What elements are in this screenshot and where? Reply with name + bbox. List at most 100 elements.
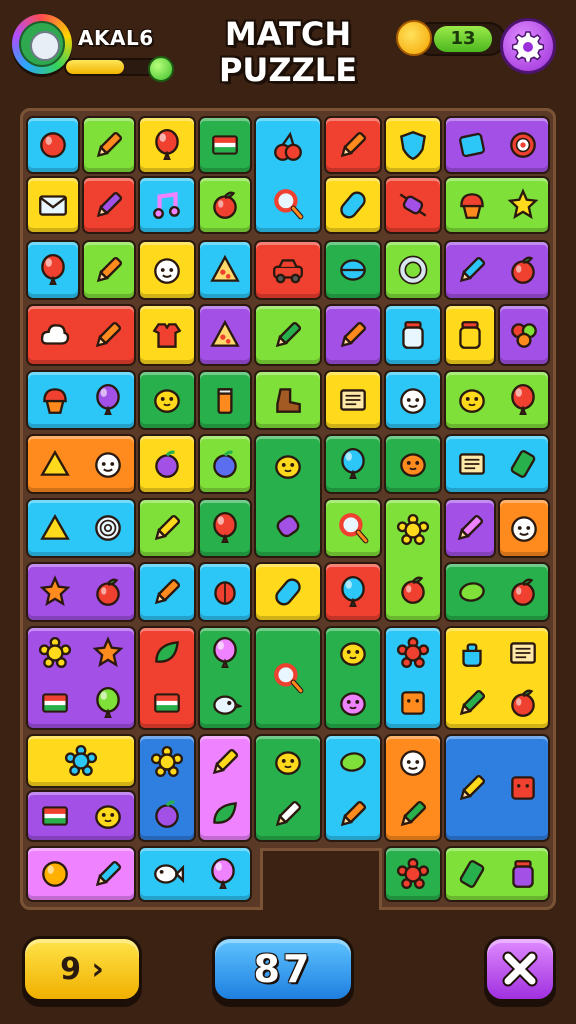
puzzle-tile[interactable] xyxy=(324,176,382,234)
puzzle-tile[interactable] xyxy=(254,304,322,366)
puzzle-tile[interactable] xyxy=(138,304,196,366)
settings-button[interactable] xyxy=(500,18,556,74)
puzzle-tile[interactable] xyxy=(384,498,442,622)
puzzle-tile[interactable] xyxy=(444,370,550,430)
game-title: MATCH PUZZLE xyxy=(188,16,388,88)
puzzle-tile[interactable] xyxy=(324,240,382,300)
puzzle-tile[interactable] xyxy=(444,116,550,174)
puzzle-tile[interactable] xyxy=(444,240,550,300)
puzzle-tile[interactable] xyxy=(384,434,442,494)
puzzle-tile[interactable] xyxy=(254,626,322,730)
red-flower-icon xyxy=(396,857,430,891)
puzzle-tile[interactable] xyxy=(82,116,136,174)
yellow-pencil-icon xyxy=(150,511,184,545)
green-pencil-icon xyxy=(271,318,305,352)
puzzle-tile[interactable] xyxy=(26,116,80,174)
puzzle-tile[interactable] xyxy=(444,562,550,622)
puzzle-tile[interactable] xyxy=(26,370,136,430)
apple-icon xyxy=(91,575,125,609)
puzzle-tile[interactable] xyxy=(198,434,252,494)
puzzle-tile[interactable] xyxy=(384,304,442,366)
puzzle-tile[interactable] xyxy=(138,626,196,730)
puzzle-tile[interactable] xyxy=(444,498,496,558)
puzzle-tile[interactable] xyxy=(254,562,322,622)
puzzle-tile[interactable] xyxy=(324,626,382,730)
pencil-icon xyxy=(92,253,126,287)
puzzle-tile[interactable] xyxy=(82,176,136,234)
plum-icon xyxy=(150,447,184,481)
puzzle-tile[interactable] xyxy=(324,116,382,174)
puzzle-tile[interactable] xyxy=(198,176,252,234)
puzzle-tile[interactable] xyxy=(198,562,252,622)
puzzle-tile[interactable] xyxy=(444,434,550,494)
music-note-icon xyxy=(150,188,184,222)
puzzle-tile[interactable] xyxy=(444,626,550,730)
puzzle-tile[interactable] xyxy=(26,176,80,234)
puzzle-tile[interactable] xyxy=(198,734,252,842)
puzzle-tile[interactable] xyxy=(254,434,322,558)
puzzle-tile[interactable] xyxy=(324,304,382,366)
puzzle-tile[interactable] xyxy=(198,626,252,730)
puzzle-tile[interactable] xyxy=(198,304,252,366)
puzzle-tile[interactable] xyxy=(138,498,196,558)
puzzle-tile[interactable] xyxy=(384,176,442,234)
puzzle-tile[interactable] xyxy=(26,790,136,842)
puzzle-tile[interactable] xyxy=(384,846,442,902)
puzzle-tile[interactable] xyxy=(82,240,136,300)
puzzle-tile[interactable] xyxy=(138,562,196,622)
hint-button[interactable]: 9 › xyxy=(22,936,142,1002)
puzzle-tile[interactable] xyxy=(384,734,442,842)
puzzle-tile[interactable] xyxy=(26,240,80,300)
puzzle-tile[interactable] xyxy=(138,116,196,174)
purple-jar-icon xyxy=(506,857,540,891)
puzzle-tile[interactable] xyxy=(26,734,136,788)
puzzle-tile[interactable] xyxy=(26,846,136,902)
puzzle-tile[interactable] xyxy=(26,498,136,558)
puzzle-tile[interactable] xyxy=(384,626,442,730)
puzzle-tile[interactable] xyxy=(444,304,496,366)
puzzle-tile[interactable] xyxy=(138,176,196,234)
cute-face-icon xyxy=(507,511,541,545)
puzzle-tile[interactable] xyxy=(138,370,196,430)
player-avatar[interactable] xyxy=(12,14,72,74)
puzzle-tile[interactable] xyxy=(384,240,442,300)
apple-icon xyxy=(396,573,430,607)
puzzle-tile[interactable] xyxy=(26,304,136,366)
yellow-blob-icon xyxy=(91,799,125,833)
puzzle-tile[interactable] xyxy=(324,562,382,622)
puzzle-tile[interactable] xyxy=(198,240,252,300)
puzzle-tile[interactable] xyxy=(26,434,136,494)
cherry-icon xyxy=(271,130,305,164)
puzzle-tile[interactable] xyxy=(254,370,322,430)
puzzle-tile[interactable] xyxy=(26,562,136,622)
puzzle-tile[interactable] xyxy=(498,498,550,558)
puzzle-tile[interactable] xyxy=(254,116,322,234)
puzzle-tile[interactable] xyxy=(444,846,550,902)
cyan-gem-icon xyxy=(336,253,370,287)
avatar-icon xyxy=(19,21,65,67)
cyan-balloon-icon xyxy=(336,447,370,481)
puzzle-tile[interactable] xyxy=(26,626,136,730)
puzzle-tile[interactable] xyxy=(138,734,196,842)
puzzle-tile[interactable] xyxy=(254,734,322,842)
puzzle-tile[interactable] xyxy=(324,734,382,842)
puzzle-tile[interactable] xyxy=(444,734,550,842)
puzzle-tile[interactable] xyxy=(444,176,550,234)
purple-roll-icon xyxy=(271,509,305,543)
puzzle-tile[interactable] xyxy=(324,370,382,430)
puzzle-tile[interactable] xyxy=(198,116,252,174)
puzzle-tile[interactable] xyxy=(498,304,550,366)
puzzle-tile[interactable] xyxy=(138,240,196,300)
puzzle-tile[interactable] xyxy=(198,498,252,558)
close-button[interactable] xyxy=(484,936,556,1002)
puzzle-tile[interactable] xyxy=(198,370,252,430)
puzzle-tile[interactable] xyxy=(324,498,382,558)
puzzle-tile[interactable] xyxy=(324,434,382,494)
pink-blob-icon xyxy=(336,686,370,720)
puzzle-tile[interactable] xyxy=(384,370,442,430)
puzzle-tile[interactable] xyxy=(138,434,196,494)
puzzle-tile[interactable] xyxy=(138,846,252,902)
orange-blob-icon xyxy=(396,447,430,481)
puzzle-tile[interactable] xyxy=(384,116,442,174)
puzzle-tile[interactable] xyxy=(254,240,322,300)
